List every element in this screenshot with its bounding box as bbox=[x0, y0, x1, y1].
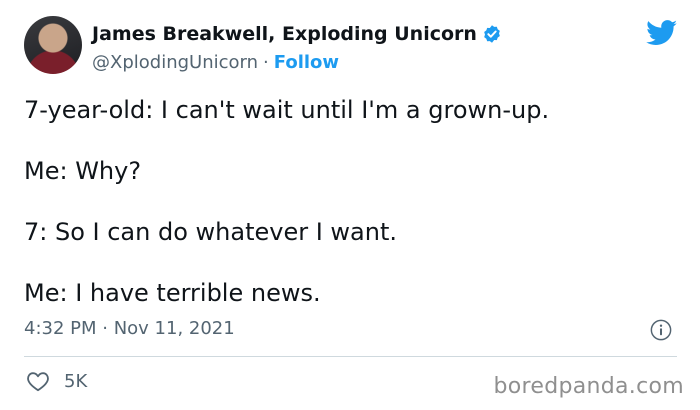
separator-dot: · bbox=[263, 52, 269, 73]
author-name[interactable]: James Breakwell, Exploding Unicorn bbox=[92, 23, 477, 45]
author-avatar[interactable] bbox=[24, 16, 82, 74]
tweet-body: 7-year-old: I can't wait until I'm a gro… bbox=[24, 94, 674, 338]
tweet-line-1: 7-year-old: I can't wait until I'm a gro… bbox=[24, 96, 550, 124]
like-count: 5K bbox=[64, 370, 88, 392]
tweet-timestamp[interactable]: 4:32 PM · Nov 11, 2021 bbox=[24, 318, 235, 339]
author-name-row: James Breakwell, Exploding Unicorn bbox=[92, 22, 502, 46]
tweet-header: James Breakwell, Exploding Unicorn @Xplo… bbox=[92, 22, 502, 73]
tweet-line-3: 7: So I can do whatever I want. bbox=[24, 218, 398, 246]
twitter-bird-icon[interactable] bbox=[646, 20, 678, 46]
handle-row: @XplodingUnicorn · Follow bbox=[92, 52, 502, 73]
boredpanda-watermark: boredpanda.com bbox=[493, 374, 684, 399]
tweet-line-4: Me: I have terrible news. bbox=[24, 279, 321, 307]
follow-button[interactable]: Follow bbox=[274, 52, 339, 73]
divider bbox=[24, 356, 677, 357]
author-handle[interactable]: @XplodingUnicorn bbox=[92, 52, 258, 73]
tweet-line-2: Me: Why? bbox=[24, 157, 142, 185]
verified-badge-icon bbox=[482, 24, 502, 44]
heart-icon[interactable] bbox=[26, 370, 50, 392]
like-action[interactable]: 5K bbox=[26, 370, 87, 392]
info-icon[interactable] bbox=[650, 319, 672, 341]
